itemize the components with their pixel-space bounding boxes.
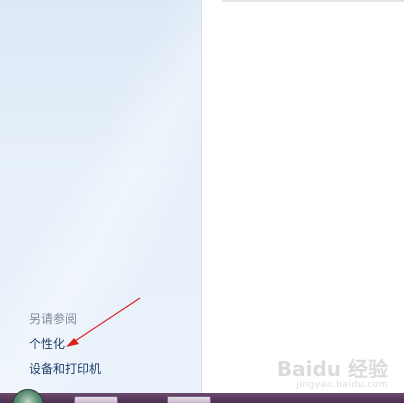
taskbar-button[interactable]	[74, 396, 118, 403]
see-also-heading: 另请参阅	[29, 312, 78, 326]
left-navigation-pane: 另请参阅 个性化 设备和打印机	[0, 0, 202, 393]
personalization-link[interactable]: 个性化	[29, 335, 65, 352]
main-content-pane	[202, 0, 404, 393]
taskbar-button[interactable]	[167, 396, 211, 403]
content-divider	[222, 0, 404, 2]
devices-and-printers-link[interactable]: 设备和打印机	[29, 360, 101, 377]
control-panel-window: 另请参阅 个性化 设备和打印机 Baidu 经验 jingyan.baidu.c…	[0, 0, 404, 403]
